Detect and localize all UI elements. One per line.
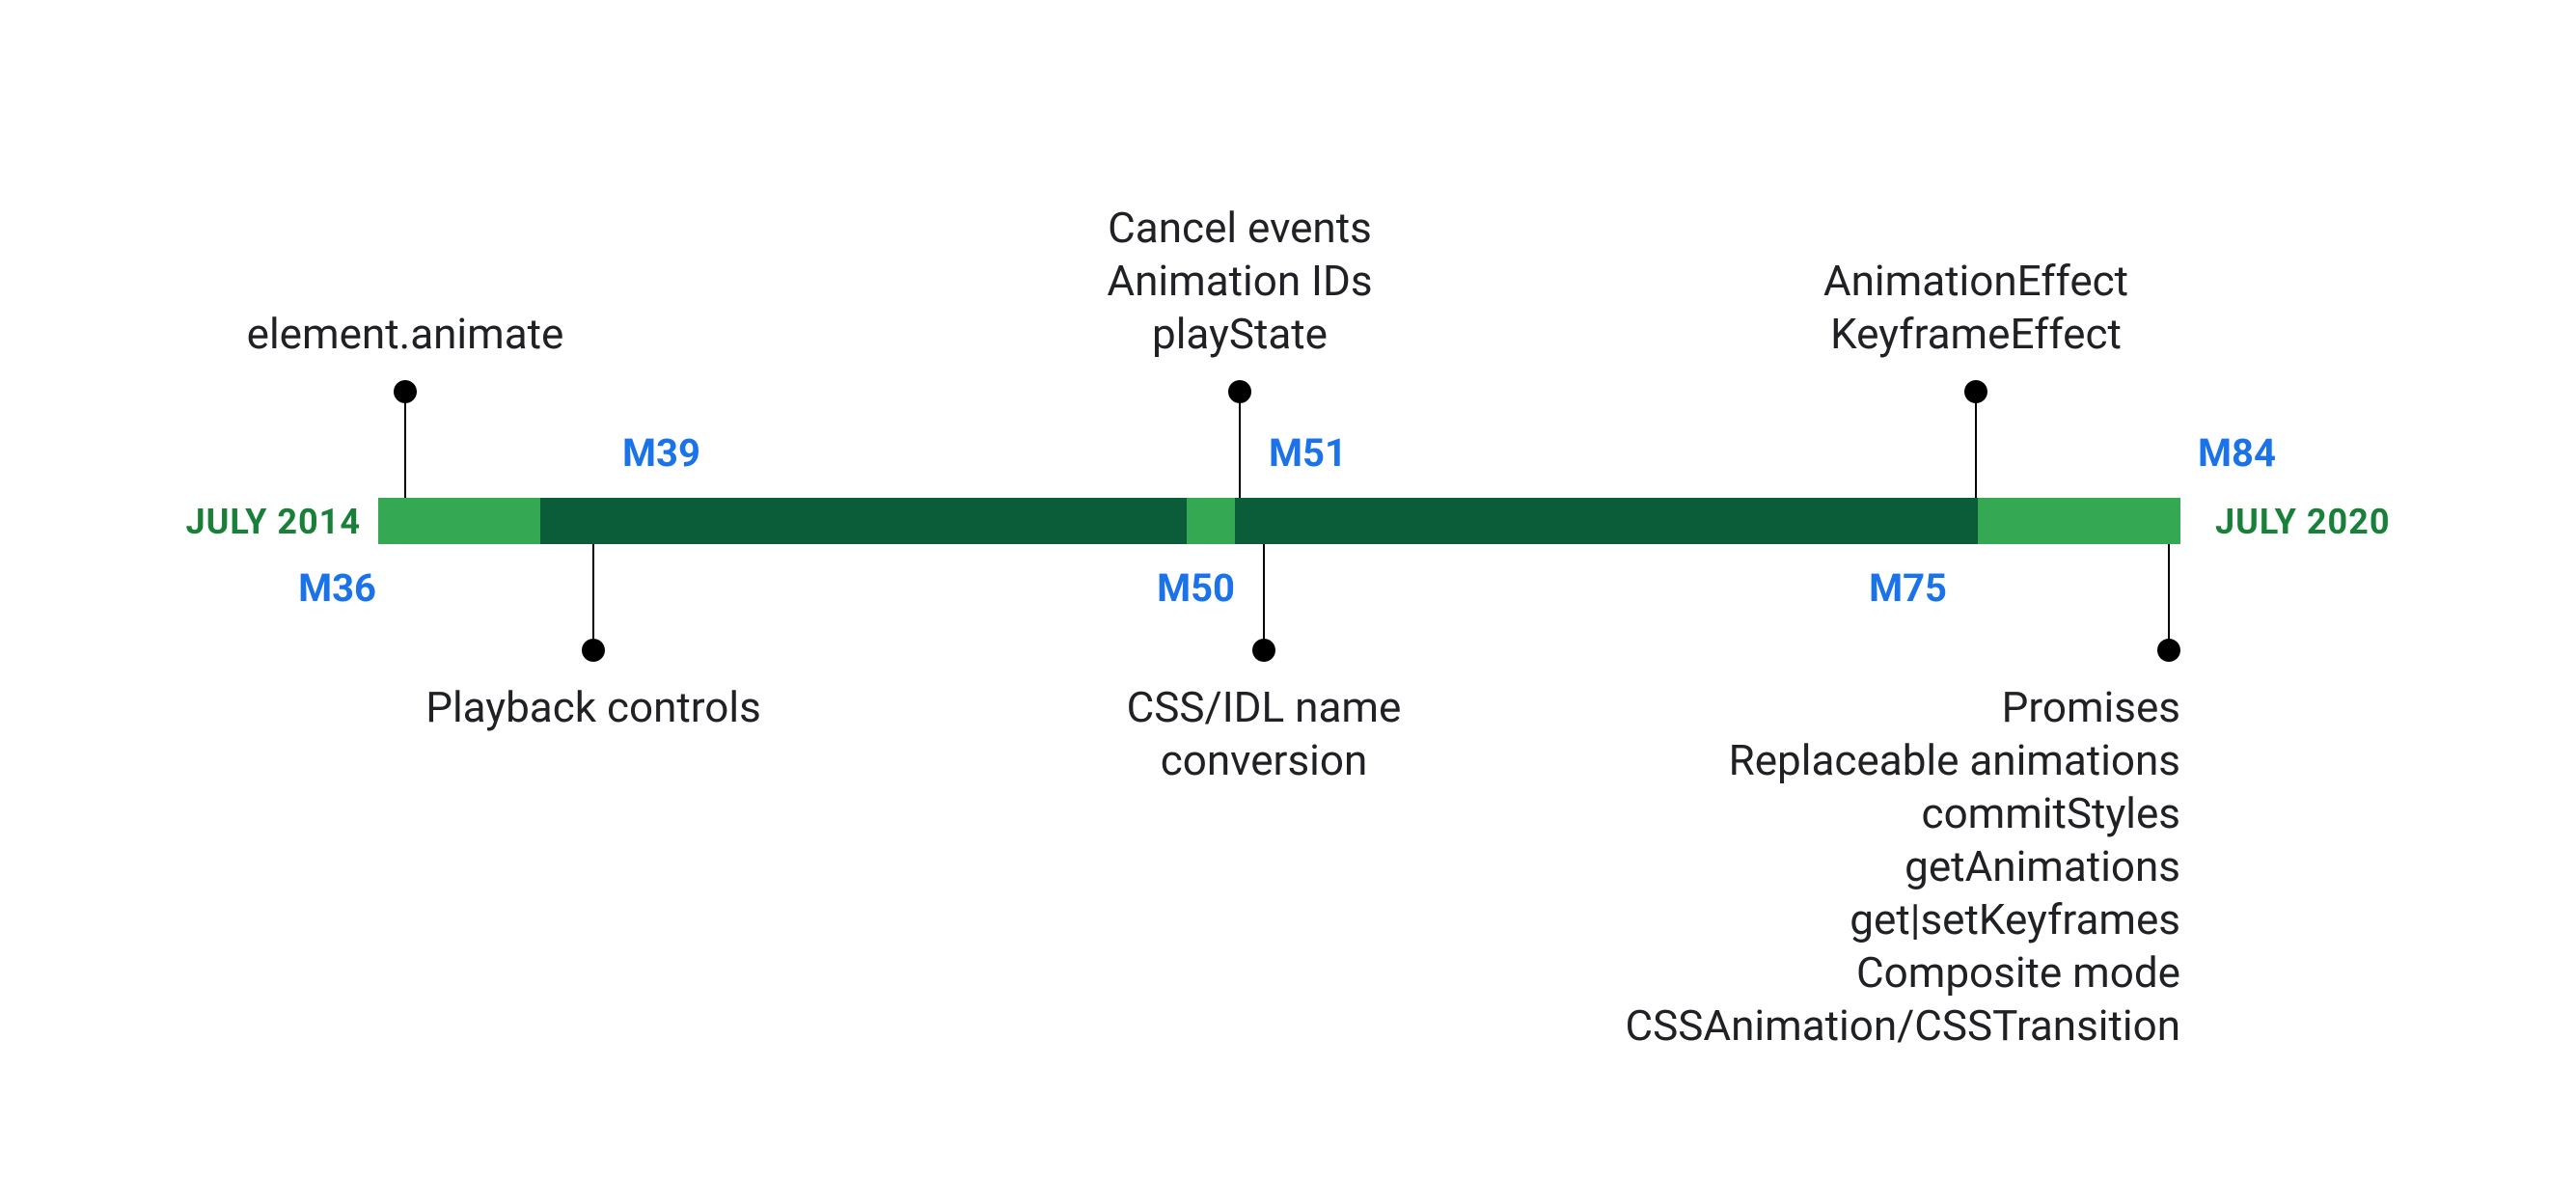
milestone-version: M84 [2198, 430, 2276, 476]
milestone-feature-label: Cancel eventsAnimation IDsplayState [1107, 202, 1372, 361]
milestone-feature-line: Composite mode [1626, 946, 2180, 999]
milestone-feature-line: CSS/IDL name [1127, 681, 1402, 734]
milestone-dot [394, 380, 417, 403]
milestone-feature-line: element.animate [247, 308, 564, 361]
milestone-stem [1239, 392, 1241, 498]
milestone-feature-line: Replaceable animations [1626, 734, 2180, 787]
milestone-feature-line: commitStyles [1626, 787, 2180, 840]
milestone-feature-line: KeyframeEffect [1823, 308, 2128, 361]
milestone-dot [2157, 639, 2180, 662]
timeline-diagram: JULY 2014 JULY 2020 M36 element.animate M3… [0, 0, 2576, 1204]
milestone-dot [1252, 639, 1275, 662]
milestone-version: M50 [1157, 565, 1235, 611]
milestone-version: M51 [1269, 430, 1347, 476]
timeline-bar-segment [1978, 498, 2180, 544]
timeline-start-label: JULY 2014 [186, 502, 362, 542]
milestone-feature-line: AnimationEffect [1823, 255, 2128, 308]
milestone-feature-line: getAnimations [1626, 840, 2180, 893]
milestone-dot [582, 639, 605, 662]
timeline-end-label: JULY 2020 [2215, 502, 2391, 542]
milestone-dot [1228, 380, 1251, 403]
milestone-stem [2168, 544, 2170, 650]
milestone-stem [592, 544, 594, 650]
milestone-stem [1263, 544, 1265, 650]
milestone-feature-line: Promises [1626, 681, 2180, 734]
timeline-bar-segment [540, 498, 1187, 544]
milestone-feature-label: element.animate [247, 308, 564, 361]
milestone-feature-line: conversion [1127, 734, 1402, 787]
milestone-feature-label: Playback controls [425, 681, 761, 734]
milestone-feature-line: get|setKeyframes [1626, 893, 2180, 946]
milestone-stem [1975, 392, 1977, 498]
milestone-version: M36 [298, 565, 376, 611]
milestone-dot [1964, 380, 1987, 403]
milestone-feature-label: CSS/IDL nameconversion [1127, 681, 1402, 787]
milestone-stem [404, 392, 406, 498]
milestone-feature-line: CSSAnimation/CSSTransition [1626, 999, 2180, 1053]
timeline-bar-segment [1235, 498, 1978, 544]
timeline-bar-segment [378, 498, 540, 544]
milestone-feature-label: AnimationEffectKeyframeEffect [1823, 255, 2128, 361]
milestone-feature-line: Playback controls [425, 681, 761, 734]
milestone-version: M75 [1869, 565, 1947, 611]
timeline-bar-segment [1187, 498, 1235, 544]
milestone-feature-label: PromisesReplaceable animationscommitStyl… [1626, 681, 2180, 1053]
milestone-feature-line: Cancel events [1107, 202, 1372, 255]
milestone-feature-line: playState [1107, 308, 1372, 361]
milestone-feature-line: Animation IDs [1107, 255, 1372, 308]
milestone-version: M39 [622, 430, 700, 476]
